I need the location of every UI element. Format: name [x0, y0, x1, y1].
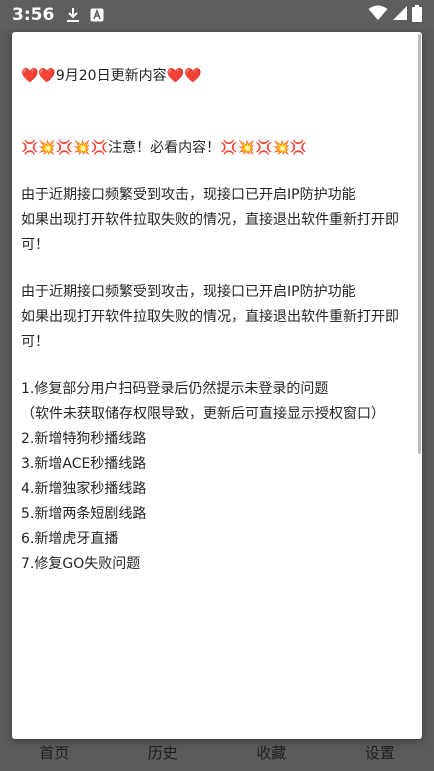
dialog-scrollbar[interactable]	[418, 34, 421, 454]
paragraph-1-line: 由于近期接口频繁受到攻击，现接口已开启IP防护功能	[21, 187, 356, 203]
changelog-item: 5.新增两条短剧线路	[21, 506, 147, 522]
changelog-item: （软件未获取储存权限导致，更新后可直接显示授权窗口）	[21, 406, 385, 422]
changelog-item: 1.修复部分用户扫码登录后仍然提示未登录的问题	[21, 381, 329, 397]
app-notification-icon	[90, 8, 104, 22]
paragraph-2-line: 由于近期接口频繁受到攻击，现接口已开启IP防护功能	[21, 284, 356, 300]
dialog-title: ❤️❤️9月20日更新内容❤️❤️	[21, 68, 202, 84]
status-bar: 3:56	[0, 0, 434, 30]
update-dialog[interactable]: ❤️❤️9月20日更新内容❤️❤️ 💢💥💢💥💢注意！必看内容！💢💥💢💥💢 由于近…	[12, 32, 422, 739]
status-time: 3:56	[12, 5, 55, 25]
signal-icon	[392, 5, 408, 25]
paragraph-1-line: 可！	[21, 237, 49, 253]
status-icons	[368, 4, 422, 26]
download-icon	[66, 7, 80, 23]
notice-line: 💢💥💢💥💢注意！必看内容！💢💥💢💥💢	[21, 140, 308, 156]
battery-icon	[412, 4, 422, 26]
changelog-item: 2.新增特狗秒播线路	[21, 431, 147, 447]
paragraph-1-line: 如果出现打开软件拉取失败的情况，直接退出软件重新打开即	[21, 212, 399, 228]
paragraph-2-line: 如果出现打开软件拉取失败的情况，直接退出软件重新打开即	[21, 309, 399, 325]
changelog-item: 6.新增虎牙直播	[21, 531, 119, 547]
changelog-item: 3.新增ACE秒播线路	[21, 456, 147, 472]
dialog-content[interactable]: ❤️❤️9月20日更新内容❤️❤️ 💢💥💢💥💢注意！必看内容！💢💥💢💥💢 由于近…	[12, 32, 422, 739]
wifi-icon	[368, 5, 388, 25]
changelog-item: 4.新增独家秒播线路	[21, 481, 147, 497]
changelog-item: 7.修复GO失败问题	[21, 556, 141, 572]
paragraph-2-line: 可！	[21, 334, 49, 350]
